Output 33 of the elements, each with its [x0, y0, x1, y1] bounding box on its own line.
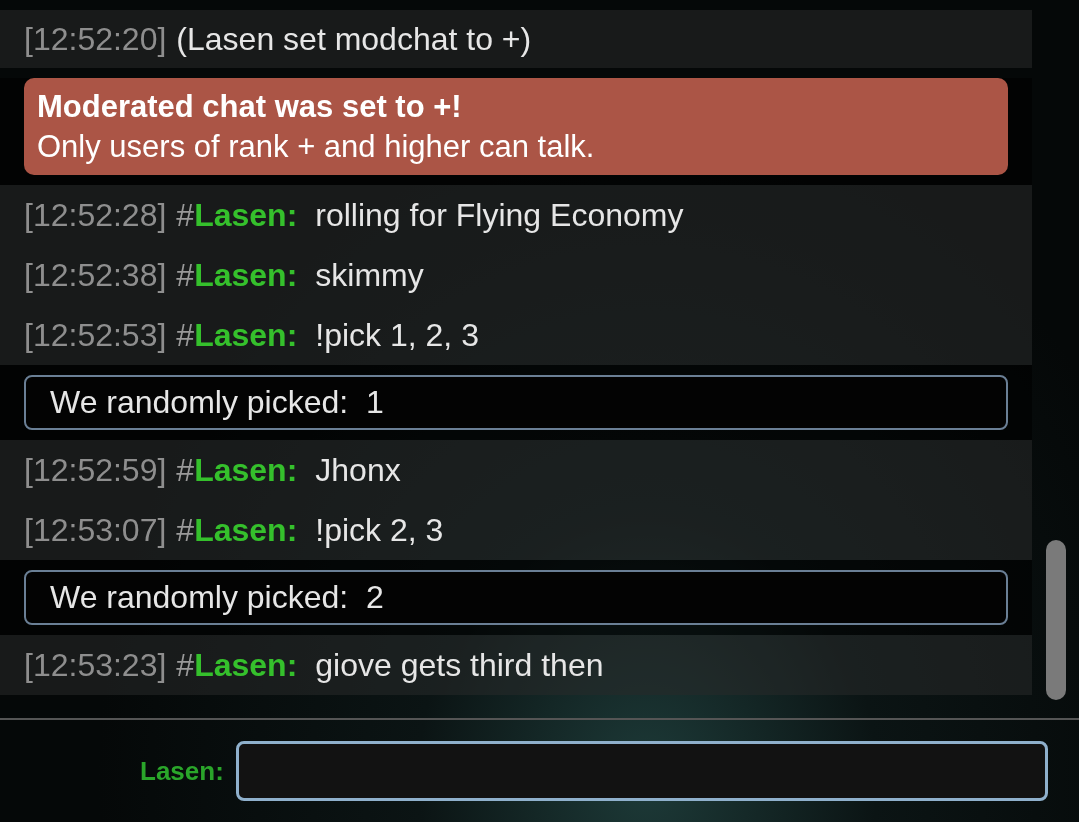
result-box: We randomly picked: 2 — [24, 570, 1008, 625]
alert-text: Only users of rank + and higher can talk. — [37, 128, 596, 166]
rank-symbol: # — [176, 316, 195, 354]
rank-symbol: # — [176, 451, 195, 489]
username[interactable]: Lasen: — [194, 646, 298, 684]
scrollbar-thumb[interactable] — [1046, 540, 1066, 700]
timestamp: [12:53:23] — [24, 646, 167, 684]
timestamp: [12:53:07] — [24, 511, 167, 549]
message-text: !pick 2, 3 — [315, 511, 444, 549]
alert-title: Moderated chat was set to +! — [37, 88, 463, 126]
timestamp: [12:52:28] — [24, 196, 167, 234]
rank-symbol: # — [176, 196, 195, 234]
timestamp: [12:52:20] — [24, 20, 167, 58]
username[interactable]: Lasen: — [194, 256, 298, 294]
timestamp: [12:52:59] — [24, 451, 167, 489]
message-text: rolling for Flying Economy — [315, 196, 684, 234]
rank-symbol: # — [176, 256, 195, 294]
username[interactable]: Lasen: — [194, 196, 298, 234]
message-text: giove gets third then — [315, 646, 604, 684]
timestamp: [12:52:53] — [24, 316, 167, 354]
username[interactable]: Lasen: — [194, 316, 298, 354]
result-box: We randomly picked: 1 — [24, 375, 1008, 430]
message-text: !pick 1, 2, 3 — [315, 316, 479, 354]
username[interactable]: Lasen: — [194, 511, 298, 549]
message-text: (Lasen set modchat to +) — [176, 20, 532, 58]
rank-symbol: # — [176, 511, 195, 549]
message-text: skimmy — [315, 256, 424, 294]
username[interactable]: Lasen: — [194, 451, 298, 489]
message-input[interactable] — [235, 741, 1048, 801]
username-label: Lasen: — [140, 755, 224, 787]
message-text: Jhonx — [315, 451, 401, 489]
timestamp: [12:52:38] — [24, 256, 167, 294]
rank-symbol: # — [176, 646, 195, 684]
